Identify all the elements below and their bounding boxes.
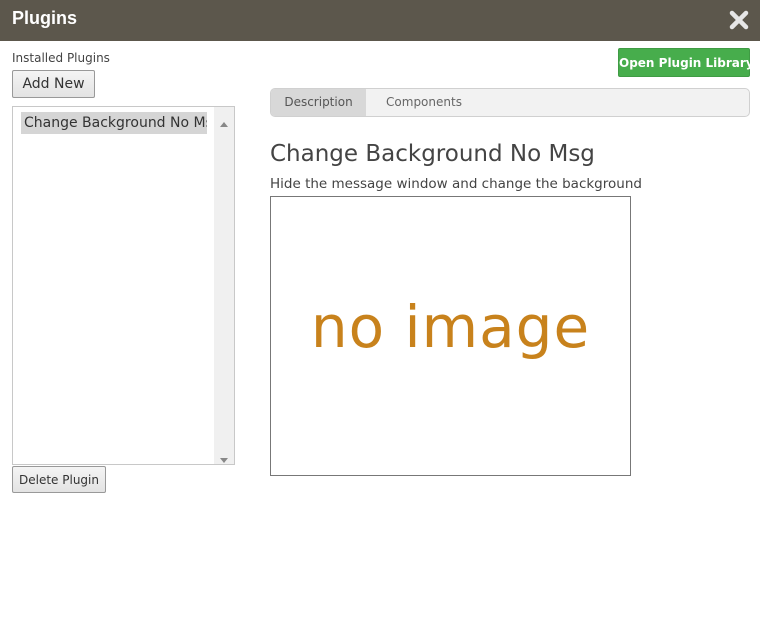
list-item[interactable]: Change Background No Msg <box>21 112 207 134</box>
plugin-description: Hide the message window and change the b… <box>270 176 642 192</box>
scroll-up-icon[interactable] <box>219 113 229 127</box>
plugin-title: Change Background No Msg <box>270 141 595 167</box>
scrollbar[interactable] <box>214 107 234 464</box>
detail-tabs: Description Components <box>270 88 750 117</box>
delete-plugin-button[interactable]: Delete Plugin <box>12 466 106 493</box>
window-title: Plugins <box>12 8 78 28</box>
installed-plugins-label: Installed Plugins <box>12 51 110 65</box>
title-bar: Plugins <box>0 0 760 41</box>
plugin-preview-image: no image <box>270 196 631 476</box>
tab-components[interactable]: Components <box>371 89 477 116</box>
close-icon[interactable] <box>728 9 750 31</box>
scroll-down-icon[interactable] <box>219 450 229 463</box>
add-new-button[interactable]: Add New <box>12 70 95 98</box>
plugin-list[interactable]: Change Background No Msg <box>12 106 235 465</box>
tab-description[interactable]: Description <box>271 89 366 116</box>
open-plugin-library-button[interactable]: Open Plugin Library <box>618 48 754 77</box>
no-image-placeholder: no image <box>310 293 591 361</box>
